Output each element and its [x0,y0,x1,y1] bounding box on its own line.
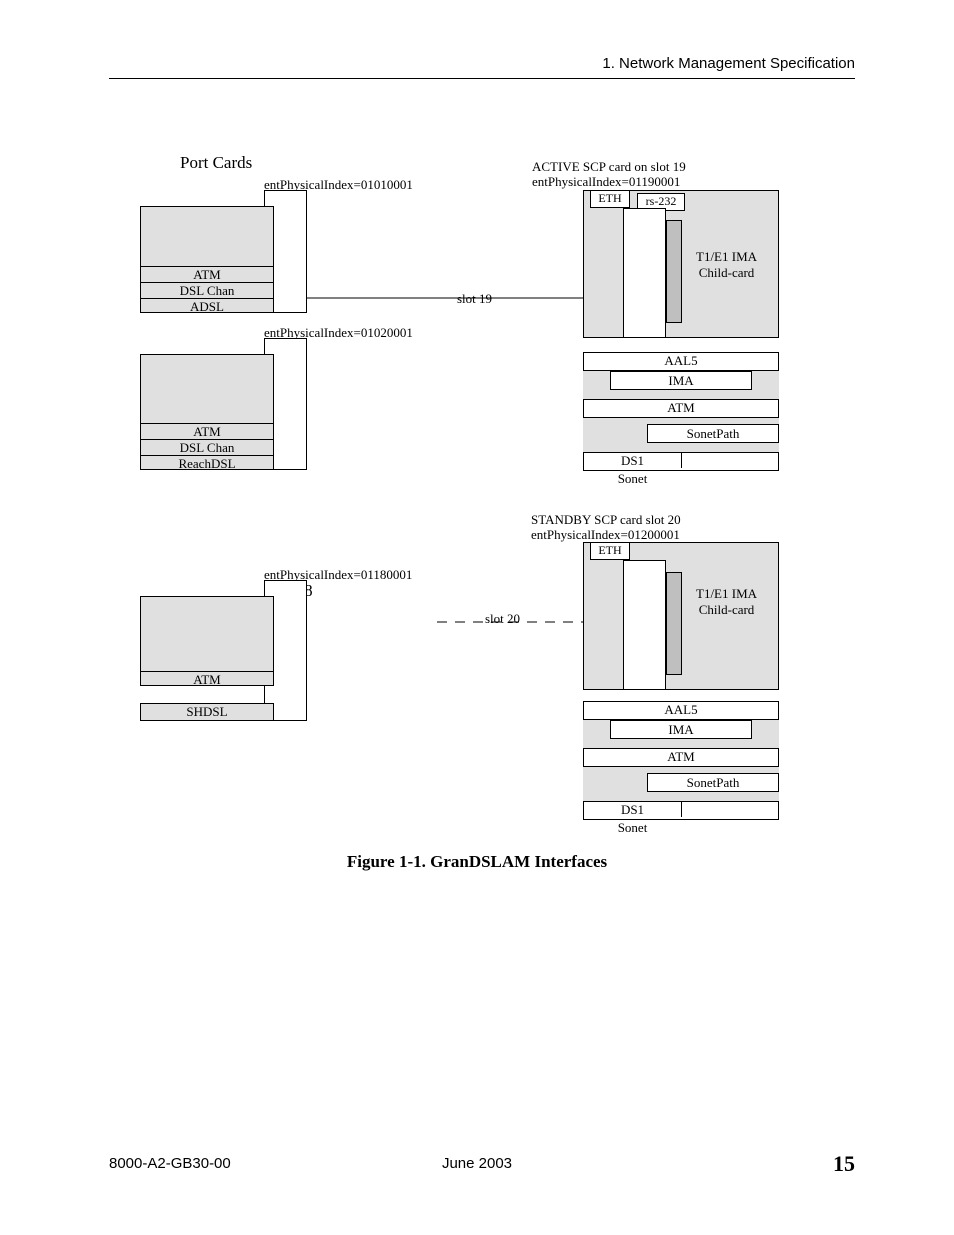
standby-sonetpath: SonetPath [647,773,779,792]
active-strip [666,220,682,323]
standby-ds1: DS1 [584,802,682,817]
slot2-front-card: ATM DSL Chan ReachDSL [140,354,274,470]
slot1-front-card: ATM DSL Chan ADSL [140,206,274,313]
active-aal5: AAL5 [584,353,778,368]
standby-sonet: Sonet [584,820,681,835]
active-atm: ATM [584,400,778,415]
active-child: T1/E1 IMA Child-card [696,249,757,281]
slot2-row-dsl: DSL Chan [141,439,273,455]
slot2-row-atm: ATM [141,423,273,439]
slot2-row-reach: ReachDSL [141,455,273,471]
mid-slot20: slot 20 [485,611,520,627]
active-slot [623,208,666,338]
active-stack: AAL5 IMA ATM SonetPath DS1Sonet [583,352,779,471]
standby-stack: AAL5 IMA ATM SonetPath DS1Sonet [583,701,779,820]
standby-atm: ATM [584,749,778,764]
slot1-row-adsl: ADSL [141,298,273,314]
mid-slot19: slot 19 [457,291,492,307]
standby-slot [623,560,666,690]
standby-eth: ETH [590,542,630,560]
slot1-row-atm: ATM [141,266,273,282]
slot1-row-dsl: DSL Chan [141,282,273,298]
header-rule [109,78,855,79]
slot18-front-shdsl: SHDSL [140,703,274,721]
header-chapter: 1. Network Management Specification [602,55,855,72]
page: 1. Network Management Specification Port… [0,0,954,1235]
active-ds1: DS1 [584,453,682,468]
port-cards-label: Port Cards [180,153,252,173]
standby-idx: entPhysicalIndex=01200001 [531,527,680,543]
standby-aal5: AAL5 [584,702,778,717]
active-eth: ETH [590,190,630,208]
connector-slot19-line [307,293,583,303]
footer-date: June 2003 [0,1155,954,1172]
slot18-row-atm: ATM [141,671,273,687]
active-sonetpath: SonetPath [647,424,779,443]
active-idx: entPhysicalIndex=01190001 [532,174,680,190]
standby-title: STANDBY SCP card slot 20 [531,512,681,528]
slot18-front-atm: ATM [140,596,274,686]
standby-child: T1/E1 IMA Child-card [696,586,757,618]
active-sonet: Sonet [584,471,681,486]
active-ima: IMA [610,371,752,390]
connector-slot20-line [307,617,583,627]
figure-caption: Figure 1-1. GranDSLAM Interfaces [0,852,954,872]
active-title: ACTIVE SCP card on slot 19 [532,159,686,175]
standby-ima: IMA [610,720,752,739]
standby-strip [666,572,682,675]
footer-page: 15 [833,1151,855,1177]
slot18-row-shdsl: SHDSL [141,704,273,719]
